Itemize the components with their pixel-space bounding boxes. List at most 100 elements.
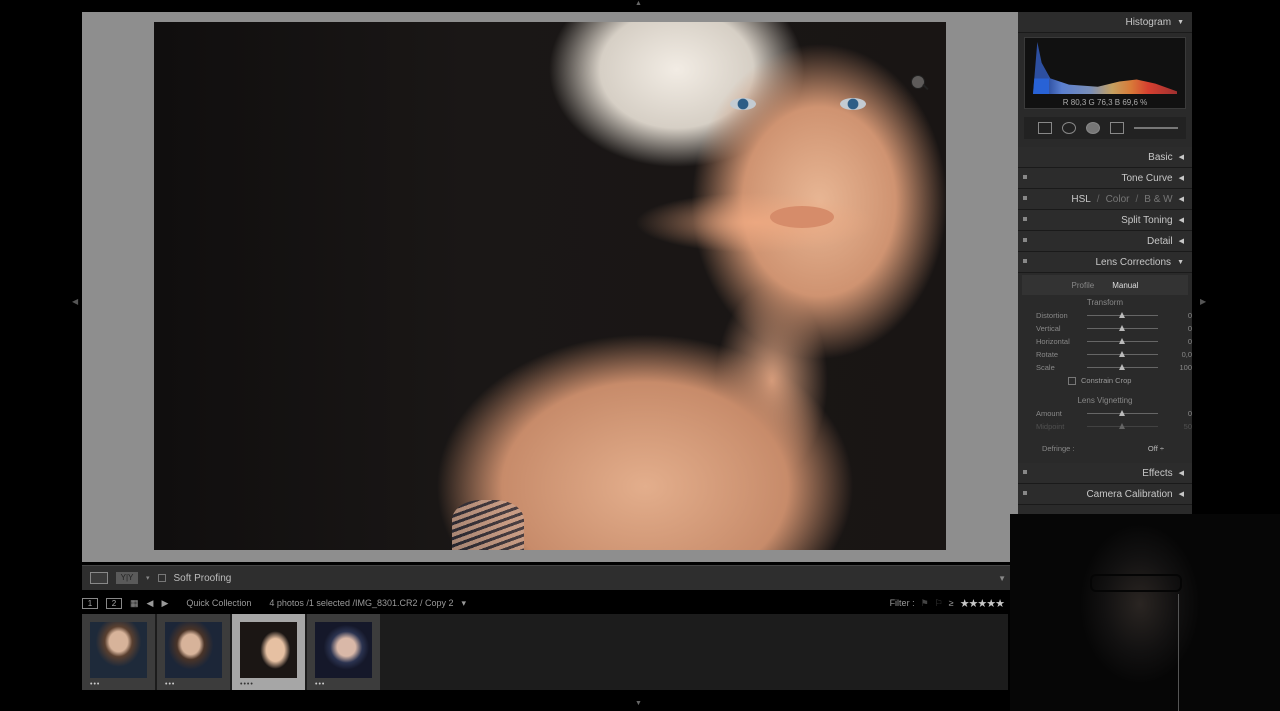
thumbnail-rating: ••• [165,681,176,688]
camera-calibration-header[interactable]: Camera Calibration ◀ [1018,484,1192,505]
slider-track[interactable] [1087,338,1158,344]
slider-value[interactable]: 0 [1158,337,1192,346]
tone-curve-header[interactable]: Tone Curve ◀ [1018,168,1192,189]
view-2-button[interactable]: 2 [106,597,122,609]
red-eye-icon[interactable] [1086,122,1100,134]
photo-detail [840,98,866,110]
before-after-button[interactable]: Y|Y [116,572,138,584]
basic-header[interactable]: Basic ◀ [1018,147,1192,168]
panel-pin-icon[interactable] [1023,238,1027,242]
slider-track[interactable] [1087,410,1158,416]
expand-arrow-icon: ◀ [1178,470,1184,477]
tab-profile[interactable]: Profile [1072,281,1095,290]
tab-manual[interactable]: Manual [1112,281,1138,290]
bottom-panel-toggle-icon[interactable]: ▼ [635,700,642,707]
thumbnail-image [165,622,222,678]
panel-pin-icon[interactable] [1023,217,1027,221]
horizontal-slider[interactable]: Horizontal 0 [1018,335,1192,348]
selection-info[interactable]: 4 photos /1 selected /IMG_8301.CR2 / Cop… [269,598,453,608]
crop-tool-icon[interactable] [1038,122,1052,134]
slider-track[interactable] [1087,364,1158,370]
slider-knob[interactable] [1119,410,1126,416]
slider-value[interactable]: 100 [1158,363,1192,372]
view-1-button[interactable]: 1 [82,597,98,609]
constrain-crop-checkbox[interactable] [1068,376,1076,385]
rotate-slider[interactable]: Rotate 0,0 [1018,348,1192,361]
filmstrip-thumbnail[interactable]: ••• [82,614,155,690]
toolbar-menu-icon[interactable]: ▼ [998,574,1006,583]
forward-arrow-icon[interactable]: ▶ [161,598,168,609]
tab-bw[interactable]: B & W [1144,194,1172,205]
slider-label: Midpoint [1036,422,1065,431]
rating-operator[interactable]: ≥ [949,598,954,608]
photo-canvas-area[interactable] [82,12,1018,562]
chevron-down-icon[interactable]: ▾ [146,574,150,582]
slider-knob[interactable] [1119,364,1126,370]
scale-slider[interactable]: Scale 100 [1018,361,1192,374]
filmstrip-thumbnail[interactable]: ••• [307,614,380,690]
defringe-select[interactable]: Off ÷ [1148,444,1164,453]
tab-hsl[interactable]: HSL [1071,194,1090,205]
right-panel-toggle-icon[interactable]: ▶ [1200,297,1206,306]
slider-knob[interactable] [1119,312,1126,318]
slider-label: Scale [1036,363,1055,372]
webcam-detail [1090,574,1182,592]
left-panel-toggle-icon[interactable]: ◀ [72,297,78,306]
slider-track[interactable] [1087,351,1158,357]
flag-filter-icon[interactable]: ⚑ [921,598,929,609]
amount-slider[interactable]: Amount 0 [1018,407,1192,420]
split-toning-header[interactable]: Split Toning ◀ [1018,210,1192,231]
spot-removal-icon[interactable] [1062,122,1076,134]
collapse-arrow-icon: ▼ [1177,18,1184,26]
slider-track[interactable] [1087,312,1158,318]
constrain-crop-row[interactable]: Constrain Crop [1018,374,1192,387]
detail-header[interactable]: Detail ◀ [1018,231,1192,252]
slider-value[interactable]: 0,0 [1158,350,1192,359]
effects-header[interactable]: Effects ◀ [1018,463,1192,484]
loupe-view-button[interactable] [90,572,108,584]
filmstrip-thumbnail[interactable]: ••• [157,614,230,690]
hsl-header[interactable]: HSL / Color / B & W ◀ [1018,189,1192,210]
distortion-slider[interactable]: Distortion 0 [1018,309,1192,322]
slider-knob[interactable] [1119,351,1126,357]
histogram[interactable]: R 80,3 G 76,3 B 69,6 % [1024,37,1186,109]
slider-knob[interactable] [1119,338,1126,344]
filmstrip-thumbnail-selected[interactable]: •••• [232,614,305,690]
slider-knob[interactable] [1119,325,1126,331]
panel-pin-icon[interactable] [1023,470,1027,474]
panel-pin-icon[interactable] [1023,491,1027,495]
top-panel-toggle-icon[interactable]: ▲ [635,0,642,7]
soft-proofing-checkbox[interactable] [157,574,166,582]
graduated-filter-icon[interactable] [1110,122,1124,134]
tool-strip [1024,117,1186,139]
midpoint-slider[interactable]: Midpoint 50 [1018,420,1192,433]
lens-corrections-header[interactable]: Lens Corrections ▼ [1018,252,1192,273]
vertical-slider[interactable]: Vertical 0 [1018,322,1192,335]
photo-detail [452,500,524,550]
slider-track[interactable] [1087,325,1158,331]
panel-pin-icon[interactable] [1023,175,1027,179]
slider-value[interactable]: 0 [1158,324,1192,333]
panel-pin-icon[interactable] [1023,259,1027,263]
slider-value[interactable]: 0 [1158,409,1192,418]
back-arrow-icon[interactable]: ◀ [147,598,154,609]
collection-name[interactable]: Quick Collection [186,598,251,608]
source-menu-icon[interactable]: ▾ [462,598,467,609]
main-photo[interactable] [154,22,946,550]
star-rating-filter[interactable]: ★★★★★ [960,597,1005,610]
expand-arrow-icon: ◀ [1178,491,1184,498]
slider-track[interactable] [1087,423,1158,429]
lens-corrections-tabs: Profile Manual [1022,275,1188,295]
slider-label: Rotate [1036,350,1059,359]
photo-detail [770,206,834,228]
histogram-header[interactable]: Histogram ▼ [1018,12,1192,33]
panel-pin-icon[interactable] [1023,196,1027,200]
slider-value[interactable]: 50 [1158,422,1192,431]
slider-value[interactable]: 0 [1158,311,1192,320]
slider-knob[interactable] [1119,423,1126,429]
tab-color[interactable]: Color [1106,194,1130,205]
adjustment-brush-icon[interactable] [1134,127,1178,129]
filter-label: Filter : [889,598,915,608]
flag-filter-icon[interactable]: ⚐ [935,598,943,609]
grid-view-icon[interactable]: ▦ [130,598,139,609]
